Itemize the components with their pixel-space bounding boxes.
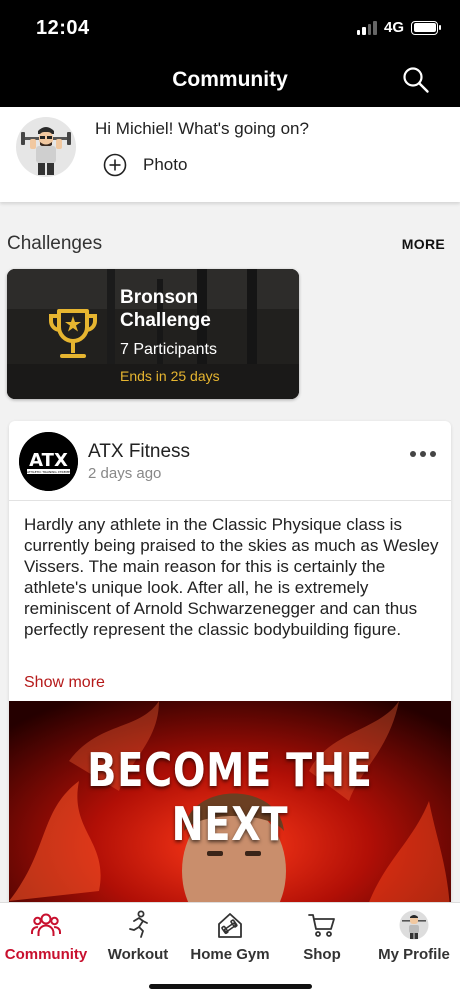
search-button[interactable] <box>402 66 430 94</box>
post-options-button[interactable] <box>410 451 436 457</box>
profile-avatar <box>399 910 429 940</box>
challenge-card[interactable]: Bronson Challenge 7 Participants Ends in… <box>7 269 299 399</box>
page-title: Community <box>172 68 288 91</box>
feed-post: ATX ATHLETIC TRAINING XTREME ATX Fitness… <box>9 421 451 941</box>
shop-icon <box>308 914 335 937</box>
photo-label: Photo <box>143 155 188 174</box>
tab-workout-label: Workout <box>107 946 169 963</box>
challenges-more-link[interactable]: MORE <box>402 236 445 252</box>
post-author-name[interactable]: ATX Fitness <box>88 441 190 463</box>
top-bar: 12:04 4G Community <box>0 0 460 107</box>
dot <box>430 451 436 457</box>
challenges-heading: Challenges <box>7 233 103 254</box>
post-divider <box>9 500 451 501</box>
post-author-avatar[interactable]: ATX ATHLETIC TRAINING XTREME <box>19 432 78 491</box>
tab-my-profile[interactable]: My Profile <box>368 903 460 973</box>
dot <box>420 451 426 457</box>
tab-community-label: Community <box>4 946 88 963</box>
home-gym-icon <box>218 913 242 938</box>
battery-icon <box>411 20 441 35</box>
tab-shop-label: Shop <box>303 946 341 963</box>
dot <box>410 451 416 457</box>
atx-logo-subtext: ATHLETIC TRAINING XTREME <box>27 470 70 474</box>
community-screen: 12:04 4G Community Hi Michiel! What's go… <box>0 0 460 998</box>
add-photo-button[interactable]: Photo <box>103 153 187 177</box>
tab-shop[interactable]: Shop <box>276 903 368 973</box>
signal-icon <box>356 20 377 35</box>
home-indicator[interactable] <box>149 984 312 989</box>
challenge-title: Bronson Challenge <box>120 287 211 331</box>
plus-circle-icon <box>103 153 127 177</box>
post-timestamp: 2 days ago <box>88 465 162 482</box>
tab-home-gym[interactable]: Home Gym <box>184 903 276 973</box>
status-indicators: 4G <box>356 19 441 36</box>
tab-home-gym-label: Home Gym <box>190 946 270 963</box>
tab-my-profile-label: My Profile <box>378 946 450 963</box>
trophy-icon <box>49 309 97 358</box>
tab-workout[interactable]: Workout <box>92 903 184 973</box>
search-icon <box>403 67 429 93</box>
community-icon <box>31 913 61 936</box>
challenge-ends: Ends in 25 days <box>120 368 220 384</box>
show-more-link[interactable]: Show more <box>24 674 105 692</box>
composer-greeting[interactable]: Hi Michiel! What's going on? <box>95 119 309 139</box>
challenge-participants: 7 Participants <box>120 341 217 358</box>
network-label: 4G <box>383 19 404 36</box>
atx-logo-text: ATX <box>29 450 68 471</box>
post-body-text: Hardly any athlete in the Classic Physiq… <box>24 515 439 639</box>
status-time: 12:04 <box>36 17 90 39</box>
user-avatar[interactable] <box>16 117 76 177</box>
tab-community[interactable]: Community <box>0 903 92 973</box>
workout-icon <box>129 910 148 938</box>
post-image-headline: BECOME THE NEXT <box>87 743 373 851</box>
post-composer: Hi Michiel! What's going on? Photo <box>0 107 460 202</box>
